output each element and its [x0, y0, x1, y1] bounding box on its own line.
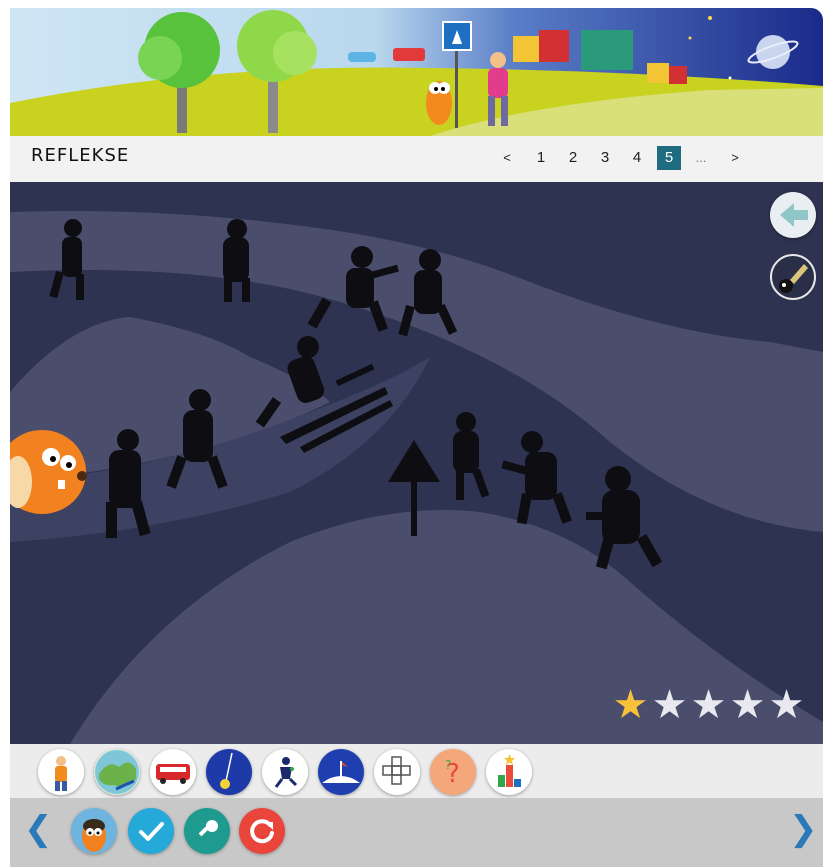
back-arrow-button[interactable] — [770, 192, 816, 238]
tool-question[interactable]: ?? — [430, 749, 476, 795]
pager-page-3[interactable]: 3 — [589, 146, 621, 170]
car-icon — [348, 52, 376, 62]
flashlight-icon — [779, 264, 808, 293]
tool-reflector[interactable] — [206, 749, 252, 795]
night-scene — [10, 182, 823, 744]
question-icon: ?? — [445, 758, 460, 789]
reset-button[interactable] — [239, 808, 285, 854]
nav-next-icon[interactable]: ❯ — [789, 812, 818, 846]
ski-slope-icon — [322, 761, 360, 783]
tool-world-map[interactable] — [94, 749, 140, 795]
tool-trophy[interactable] — [486, 749, 532, 795]
pager-page-1[interactable]: 1 — [525, 146, 557, 170]
star-empty-icon: ★ — [690, 682, 727, 728]
pager-page-5-active[interactable]: 5 — [657, 146, 681, 170]
star-rating: ★ ★ ★ ★ ★ — [611, 685, 806, 725]
reflective-vest-walker-icon — [55, 756, 67, 791]
bus-icon — [156, 764, 190, 784]
pager-prev[interactable]: < — [489, 146, 525, 170]
bus-icon — [393, 48, 425, 61]
svg-text:?: ? — [445, 758, 451, 772]
key-icon — [198, 820, 218, 837]
crossword-icon — [382, 756, 411, 785]
reflector-pendant-icon — [220, 752, 233, 789]
mascot-icon — [426, 81, 452, 125]
check-icon — [139, 822, 164, 841]
tool-reflective-vest[interactable] — [38, 749, 84, 795]
title-bar: REFLEKSE < 1 2 3 4 5 ... > — [10, 136, 823, 182]
tool-bus[interactable] — [150, 749, 196, 795]
star-empty-icon: ★ — [729, 682, 766, 728]
tool-crossword[interactable] — [374, 749, 420, 795]
reset-icon — [250, 819, 274, 844]
tool-ski-slope[interactable] — [318, 749, 364, 795]
banner-illustration — [10, 8, 823, 136]
check-button[interactable] — [128, 808, 174, 854]
star-empty-icon: ★ — [651, 682, 688, 728]
star-empty-icon: ★ — [768, 682, 805, 728]
back-arrow-icon — [780, 203, 808, 227]
page-title: REFLEKSE — [31, 145, 130, 166]
skater-icon — [274, 757, 298, 788]
bottom-bar: ❮ ❯ — [10, 798, 823, 867]
trophy-icon — [498, 754, 521, 787]
house-icon — [539, 30, 569, 62]
world-map-icon — [95, 750, 139, 794]
star-filled-icon: ★ — [612, 682, 649, 728]
pager-page-4[interactable]: 4 — [621, 146, 653, 170]
mascot-button[interactable] — [71, 808, 117, 854]
game-scene[interactable]: ★ ★ ★ ★ ★ — [10, 182, 823, 744]
key-button[interactable] — [184, 808, 230, 854]
flashlight-button[interactable] — [770, 254, 816, 300]
house-icon — [513, 36, 539, 62]
pagination: < 1 2 3 4 5 ... > — [489, 146, 753, 170]
house-icon — [647, 63, 669, 83]
nav-prev-icon[interactable]: ❮ — [24, 812, 53, 846]
mascot-icon — [82, 819, 106, 852]
tool-skater[interactable] — [262, 749, 308, 795]
house-icon — [669, 66, 687, 84]
activity-toolbar: ?? — [10, 744, 823, 798]
pager-next[interactable]: > — [717, 146, 753, 170]
house-icon — [581, 30, 633, 70]
pager-page-2[interactable]: 2 — [557, 146, 589, 170]
pager-ellipsis: ... — [695, 150, 707, 165]
planet-icon — [756, 35, 790, 69]
header-banner — [10, 8, 823, 136]
